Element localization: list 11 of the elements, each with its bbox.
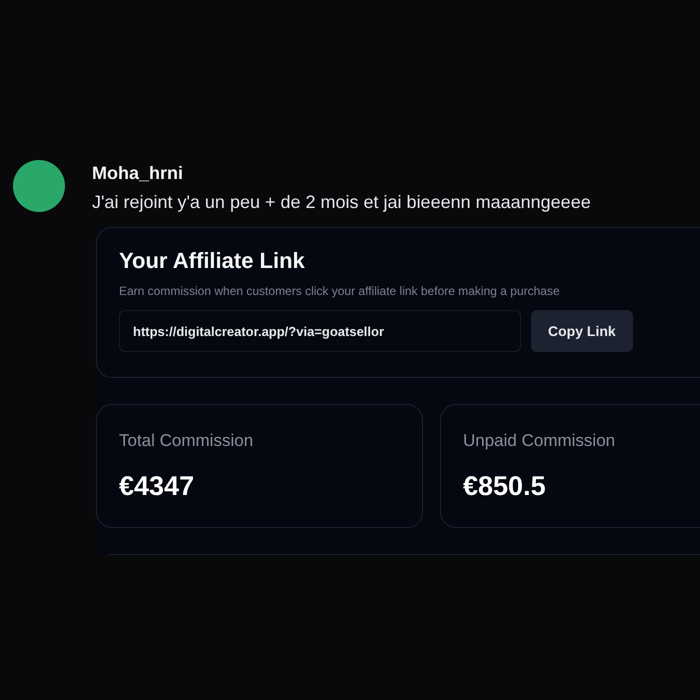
card-title: Your Affiliate Link <box>119 248 306 274</box>
stat-value: €850.5 <box>463 471 547 502</box>
stat-label: Total Commission <box>119 431 254 451</box>
stat-label: Unpaid Commission <box>463 431 616 451</box>
copy-link-button[interactable]: Copy Link <box>531 310 633 352</box>
card-subtitle: Earn commission when customers click your affiliate link before making a purchase <box>119 284 561 298</box>
author-name: Moha_hrni <box>92 163 184 184</box>
message-text: J'ai rejoint y'a un peu + de 2 mois et jai bieeenn maaanngeeee <box>92 192 592 213</box>
avatar-circle <box>13 160 65 212</box>
stat-value: €4347 <box>119 471 196 502</box>
link-field[interactable]: https://digitalcreator.app/?via=goatsellor <box>119 310 521 352</box>
